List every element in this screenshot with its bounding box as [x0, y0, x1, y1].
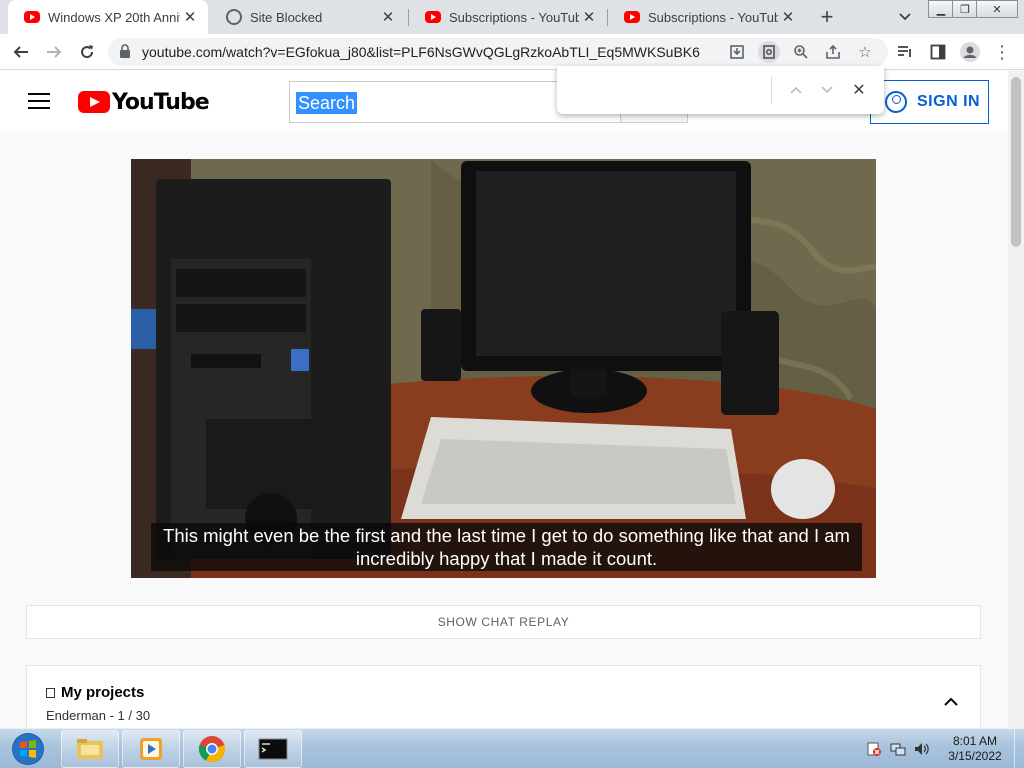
media-player-icon [140, 738, 162, 760]
close-icon[interactable]: ✕ [778, 7, 798, 27]
find-input[interactable] [567, 76, 767, 104]
close-icon[interactable]: ✕ [180, 7, 200, 27]
video-caption: This might even be the first and the las… [151, 523, 862, 571]
clock-time: 8:01 AM [952, 734, 998, 748]
caption-line-2: incredibly happy that I made it count. [355, 548, 658, 569]
more-menu-icon[interactable]: ⋮ [990, 40, 1014, 64]
tab-title: Subscriptions - YouTube [449, 9, 579, 25]
sign-in-label: SIGN IN [917, 93, 981, 110]
tab-strip: Windows XP 20th Annive ✕ Site Blocked ✕ … [0, 0, 1024, 34]
find-bar: ✕ [557, 66, 884, 114]
globe-icon [226, 9, 242, 25]
side-panel-icon[interactable] [926, 40, 950, 64]
playlist-box-icon [46, 688, 55, 698]
sign-in-button[interactable]: SIGN IN [870, 80, 989, 124]
system-clock[interactable]: 8:01 AM 3/15/2022 [940, 734, 1010, 764]
zoom-icon[interactable] [790, 41, 812, 63]
close-icon[interactable]: ✕ [579, 7, 599, 27]
playlist-title[interactable]: My projects [46, 684, 144, 701]
tab-windows-xp[interactable]: Windows XP 20th Annive ✕ [8, 0, 208, 34]
minimize-button[interactable]: ▁ [928, 0, 954, 18]
url-text[interactable]: youtube.com/watch?v=EGfokua_j80&list=PLF… [142, 44, 700, 60]
clock-date: 3/15/2022 [948, 749, 1002, 763]
chrome-icon [198, 736, 226, 763]
tab-search-chevron-icon[interactable] [894, 7, 916, 27]
close-icon[interactable]: ✕ [378, 7, 398, 27]
taskbar-cmd-button[interactable] [244, 730, 302, 768]
close-window-button[interactable]: ✕ [976, 0, 1018, 18]
tab-title: Subscriptions - YouTube [648, 9, 778, 25]
tab-title: Site Blocked [250, 9, 323, 25]
restore-button[interactable]: ❐ [952, 0, 978, 18]
folder-icon [77, 739, 103, 759]
playlist-panel: My projects Enderman - 1 / 30 [26, 665, 981, 735]
new-tab-button[interactable]: + [815, 4, 839, 29]
share-icon[interactable] [822, 41, 844, 63]
youtube-icon [425, 11, 441, 23]
find-divider [771, 76, 772, 104]
forward-arrow-icon[interactable] [42, 40, 66, 64]
windows-orb-icon [12, 733, 44, 765]
lock-icon[interactable] [120, 44, 130, 58]
windows-taskbar: 8:01 AM 3/15/2022 [0, 728, 1024, 768]
scrollbar-thumb[interactable] [1011, 77, 1021, 247]
account-circle-icon [885, 91, 907, 113]
taskbar-explorer-button[interactable] [61, 730, 119, 768]
tab-subscriptions-2[interactable]: Subscriptions - YouTube ✕ [608, 0, 806, 34]
video-frame [131, 159, 876, 578]
find-in-page-icon[interactable] [758, 41, 780, 63]
reload-icon[interactable] [75, 40, 99, 64]
show-chat-replay-button[interactable]: SHOW CHAT REPLAY [26, 605, 981, 639]
find-previous-chevron-up-icon[interactable] [784, 78, 808, 102]
network-icon[interactable] [890, 741, 906, 757]
caption-line-1: This might even be the first and the las… [163, 525, 850, 546]
install-download-icon[interactable] [726, 41, 748, 63]
youtube-play-icon [78, 91, 110, 113]
menu-hamburger-icon[interactable] [28, 93, 50, 109]
browser-toolbar: youtube.com/watch?v=EGfokua_j80&list=PLF… [0, 34, 1024, 70]
youtube-icon [624, 11, 640, 23]
youtube-logo-text: YouTube [112, 89, 210, 115]
playlist-title-text: My projects [61, 684, 145, 701]
playlist-subtitle: Enderman - 1 / 30 [46, 708, 151, 723]
tab-title: Windows XP 20th Annive [48, 9, 180, 25]
chat-replay-label: SHOW CHAT REPLAY [437, 615, 570, 629]
back-arrow-icon[interactable] [9, 40, 33, 64]
tab-site-blocked[interactable]: Site Blocked ✕ [210, 0, 406, 34]
taskbar-chrome-button[interactable] [183, 730, 241, 768]
show-desktop-button[interactable] [1014, 729, 1024, 768]
find-next-chevron-down-icon[interactable] [815, 78, 839, 102]
youtube-icon [24, 11, 40, 23]
action-center-flag-icon[interactable] [866, 741, 882, 757]
start-button[interactable] [4, 730, 52, 768]
address-bar[interactable]: youtube.com/watch?v=EGfokua_j80&list=PLF… [108, 38, 888, 66]
collapse-chevron-up-icon[interactable] [941, 692, 961, 712]
video-player[interactable]: This might even be the first and the las… [131, 159, 876, 578]
tab-subscriptions-1[interactable]: Subscriptions - YouTube ✕ [409, 0, 607, 34]
reading-list-icon[interactable] [893, 40, 917, 64]
youtube-logo[interactable]: YouTube [78, 89, 210, 115]
profile-avatar-icon[interactable] [958, 40, 982, 64]
page-scrollbar[interactable] [1008, 71, 1024, 728]
search-input-value[interactable]: Search [296, 92, 358, 114]
taskbar-media-player-button[interactable] [122, 730, 180, 768]
find-close-icon[interactable]: ✕ [847, 78, 871, 102]
bookmark-star-icon[interactable]: ☆ [854, 41, 876, 63]
command-prompt-icon [258, 738, 288, 760]
volume-speaker-icon[interactable] [914, 741, 930, 757]
